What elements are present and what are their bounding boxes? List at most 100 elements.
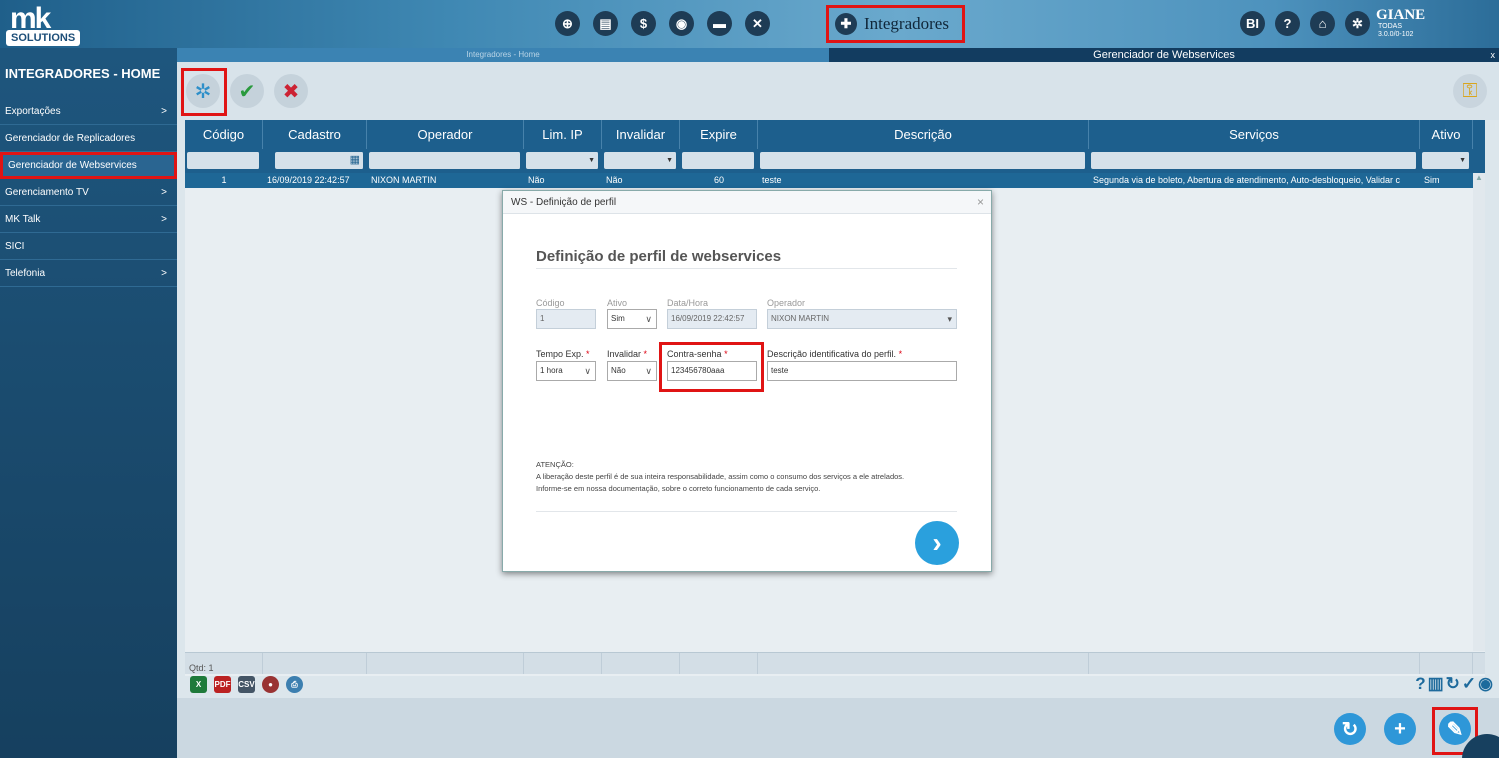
filter-descricao[interactable] (760, 152, 1086, 169)
user-version: 3.0.0/0-102 (1378, 31, 1414, 38)
tools-icon[interactable]: ✕ (745, 11, 770, 36)
tab-integradores-home[interactable]: Integradores - Home (177, 48, 829, 62)
sidebar-item-mktalk[interactable]: MK Talk > (0, 206, 177, 233)
check-icon[interactable]: ✓ (1462, 674, 1476, 694)
home-icon[interactable]: ⌂ (1310, 11, 1335, 36)
cell-ativo: Sim (1424, 175, 1440, 185)
sidebar-item-label: Gerenciador de Webservices (8, 160, 137, 171)
ativo-select[interactable]: Sim ∨ (607, 309, 657, 329)
sidebar-item-webservices[interactable]: Gerenciador de Webservices (0, 152, 177, 179)
bi-icon[interactable]: BI (1240, 11, 1265, 36)
filter-cadastro[interactable]: ▦ (275, 152, 364, 169)
help-icon[interactable]: ? (1415, 674, 1425, 694)
filter-codigo[interactable] (187, 152, 260, 169)
report-icon[interactable]: ● (262, 676, 279, 693)
attention-note: ATENÇÃO: A liberação deste perfil é de s… (536, 459, 904, 495)
module-label: Integradores (864, 14, 949, 33)
tab-close-icon[interactable]: x (1491, 48, 1496, 62)
network-icon[interactable]: ◉ (669, 11, 694, 36)
puzzle-icon: ✚ (835, 13, 857, 35)
chart-icon[interactable]: ▤ (593, 11, 618, 36)
sidebar-item-replicadores[interactable]: Gerenciador de Replicadores (0, 125, 177, 152)
descricao-input[interactable]: teste (767, 361, 957, 381)
attention-title: ATENÇÃO: (536, 460, 574, 469)
refresh-icon[interactable]: ↻ (1446, 674, 1460, 694)
grid-header: Código Cadastro Operador Lim. IP Invalid… (185, 120, 1485, 149)
tempo-value: 1 hora (540, 366, 563, 375)
bottom-action-bar: ↻ + ✎ (177, 698, 1499, 758)
grid-footer: Qtd: 1 (185, 652, 1485, 674)
csv-icon[interactable]: CSV (238, 676, 255, 693)
sidebar-item-sici[interactable]: SICI (0, 233, 177, 260)
filter-operador[interactable] (369, 152, 521, 169)
codigo-field: 1 (536, 309, 596, 329)
sidebar-title: INTEGRADORES - HOME (5, 66, 161, 81)
tab-webservices[interactable]: Gerenciador de Webservices x (829, 48, 1499, 62)
col-servicos[interactable]: Serviços (1089, 120, 1420, 149)
col-operador[interactable]: Operador (367, 120, 524, 149)
print-icon[interactable]: ⎙ (286, 676, 303, 693)
reload-icon[interactable]: ↻ (1334, 713, 1366, 745)
trash-icon[interactable]: ▥ (1428, 674, 1444, 694)
help-icon[interactable]: ? (1275, 11, 1300, 36)
col-ativo[interactable]: Ativo (1420, 120, 1473, 149)
pdf-icon[interactable]: PDF (214, 676, 231, 693)
chevron-right-icon: > (161, 267, 167, 279)
chevron-down-icon: ∨ (584, 366, 591, 376)
mk-solutions-logo[interactable]: mk SOLUTIONS (6, 4, 90, 46)
chevron-right-icon: > (161, 186, 167, 198)
sidebar-item-exportacoes[interactable]: Exportações > (0, 98, 177, 125)
sidebar-item-telefonia[interactable]: Telefonia > (0, 260, 177, 287)
crosshair-icon[interactable]: ⊕ (555, 11, 580, 36)
keys-icon[interactable]: ⚿ (1453, 74, 1487, 108)
chevron-down-icon: ∨ (645, 366, 652, 376)
sidebar-item-tv[interactable]: Gerenciamento TV > (0, 179, 177, 206)
sidebar-item-label: SICI (5, 240, 25, 252)
next-arrow-button[interactable]: › (915, 521, 959, 565)
cell-servicos: Segunda via de boleto, Abertura de atend… (1093, 175, 1401, 185)
invalidar-label: Invalidar * (607, 349, 648, 359)
enable-icon[interactable]: ✔ (230, 74, 264, 108)
settings-gear-icon[interactable]: ✲ (1345, 11, 1370, 36)
filter-ativo[interactable]: ▼ (1422, 152, 1470, 169)
user-info[interactable]: GIANE TODAS 3.0.0/0-102 (1376, 8, 1425, 39)
col-descricao[interactable]: Descrição (758, 120, 1089, 149)
ativo-value: Sim (611, 314, 625, 323)
filter-invalidar[interactable]: ▼ (604, 152, 677, 169)
tempo-label: Tempo Exp. * (536, 349, 590, 359)
col-invalidar[interactable]: Invalidar (602, 120, 680, 149)
sidebar-item-label: Gerenciador de Replicadores (5, 132, 136, 144)
col-cadastro[interactable]: Cadastro (263, 120, 367, 149)
contrasenha-input[interactable]: 123456780aaa (667, 361, 757, 381)
dialog-titlebar: WS - Definição de perfil × (503, 191, 991, 214)
money-bag-icon[interactable]: $ (631, 11, 656, 36)
disable-icon[interactable]: ✖ (274, 74, 308, 108)
col-codigo[interactable]: Código (185, 120, 263, 149)
add-icon[interactable]: + (1384, 713, 1416, 745)
col-expire[interactable]: Expire (680, 120, 758, 149)
table-row[interactable]: 1 16/09/2019 22:42:57 NIXON MARTIN Não N… (185, 173, 1485, 188)
dialog-title: WS - Definição de perfil (511, 197, 617, 208)
tempo-exp-select[interactable]: 1 hora ∨ (536, 361, 596, 381)
close-icon[interactable]: × (977, 191, 984, 214)
chevron-right-icon: > (161, 213, 167, 225)
filter-lim-ip[interactable]: ▼ (526, 152, 599, 169)
filter-expire[interactable] (682, 152, 755, 169)
chevron-right-icon: › (932, 527, 942, 558)
sidebar-item-label: Telefonia (5, 267, 46, 279)
calendar-icon[interactable]: ▦ (350, 154, 360, 166)
ativo-label: Ativo (607, 298, 628, 308)
filter-servicos[interactable] (1091, 152, 1417, 169)
profile-settings-gear-icon[interactable]: ✲ (186, 74, 220, 108)
eye-icon[interactable]: ◉ (1478, 674, 1493, 694)
integradores-module-button[interactable]: ✚ Integradores (826, 5, 965, 43)
top-bar: mk SOLUTIONS ⊕ ▤ $ ◉ ▬ ✕ ✚ Integradores … (0, 0, 1499, 48)
export-buttons: X PDF CSV ● ⎙ (190, 676, 303, 693)
tab-strip: Integradores - Home Gerenciador de Webse… (177, 48, 1499, 62)
grid-scrollbar[interactable]: ▲ (1473, 173, 1485, 651)
invalidar-select[interactable]: Não ∨ (607, 361, 657, 381)
excel-icon[interactable]: X (190, 676, 207, 693)
edit-pencil-icon[interactable]: ✎ (1439, 713, 1471, 745)
truck-icon[interactable]: ▬ (707, 11, 732, 36)
col-lim-ip[interactable]: Lim. IP (524, 120, 602, 149)
